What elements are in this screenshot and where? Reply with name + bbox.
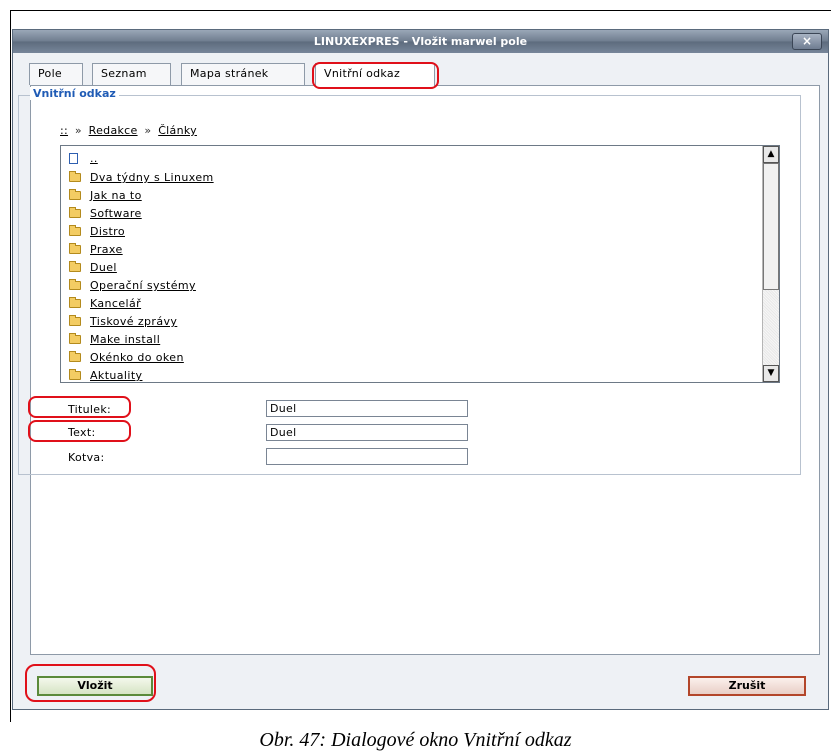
highlight-titulek: [28, 396, 131, 418]
arrow-down-icon: ▼: [767, 368, 775, 378]
scroll-thumb[interactable]: [763, 163, 779, 290]
titulek-input[interactable]: [266, 400, 468, 417]
vertical-scrollbar[interactable]: ▲ ▼: [762, 146, 779, 382]
tab-seznam[interactable]: Seznam: [92, 63, 171, 85]
list-item[interactable]: Kancelář: [69, 296, 141, 312]
list-item-label: ..: [90, 152, 98, 165]
folder-icon: [69, 315, 81, 326]
list-item-label: Aktuality: [90, 369, 143, 382]
figure-caption: Obr. 47: Dialogové okno Vnitřní odkaz: [259, 729, 572, 751]
list-item-label: Operační systémy: [90, 279, 196, 292]
scroll-up-button[interactable]: ▲: [763, 146, 779, 163]
scroll-down-button[interactable]: ▼: [763, 365, 779, 382]
tab-mapa-stranek[interactable]: Mapa stránek: [181, 63, 305, 85]
list-item[interactable]: Jak na to: [69, 188, 142, 204]
list-item[interactable]: Okénko do oken: [69, 350, 184, 366]
folder-icon: [69, 243, 81, 254]
breadcrumb: :: » Redakce » Články: [60, 124, 197, 137]
fieldset-legend: Vnitřní odkaz: [30, 87, 119, 100]
highlight-insert-button: [25, 664, 156, 702]
list-item-label: Okénko do oken: [90, 351, 184, 364]
list-item[interactable]: Software: [69, 206, 142, 222]
breadcrumb-separator: »: [74, 124, 82, 137]
kotva-input[interactable]: [266, 448, 468, 465]
text-input[interactable]: [266, 424, 468, 441]
close-icon: ×: [801, 34, 813, 48]
list-item-label: Kancelář: [90, 297, 142, 310]
page-frame-left: [10, 10, 11, 722]
list-item[interactable]: Distro: [69, 224, 125, 240]
kotva-label: Kotva:: [68, 451, 105, 464]
folder-icon: [69, 297, 81, 308]
tab-pole[interactable]: Pole: [29, 63, 83, 85]
list-item-label: Duel: [90, 261, 117, 274]
list-item[interactable]: Praxe: [69, 242, 123, 258]
list-item-label: Tiskové zprávy: [90, 315, 178, 328]
list-item[interactable]: Operační systémy: [69, 278, 196, 294]
close-button[interactable]: ×: [792, 33, 822, 50]
list-item[interactable]: ..: [69, 151, 98, 167]
file-list: .. Dva týdny s Linuxem Jak na to Softwar…: [60, 145, 780, 383]
list-item[interactable]: Make install: [69, 332, 160, 348]
breadcrumb-clanky[interactable]: Články: [158, 124, 197, 137]
folder-icon: [69, 225, 81, 236]
folder-icon: [69, 171, 81, 182]
list-item-label: Software: [90, 207, 142, 220]
list-item[interactable]: Tiskové zprávy: [69, 314, 177, 330]
list-item[interactable]: Aktuality: [69, 368, 143, 382]
list-item-label: Praxe: [90, 243, 123, 256]
folder-icon: [69, 333, 81, 344]
folder-icon: [69, 279, 81, 290]
list-item[interactable]: Dva týdny s Linuxem: [69, 170, 214, 186]
arrow-up-icon: ▲: [767, 149, 775, 159]
page-frame-top: [10, 10, 831, 11]
folder-icon: [69, 261, 81, 272]
list-item-label: Distro: [90, 225, 125, 238]
list-item-label: Make install: [90, 333, 161, 346]
list-item-label: Jak na to: [90, 189, 142, 202]
folder-icon: [69, 369, 81, 380]
list-item[interactable]: Duel: [69, 260, 117, 276]
folder-icon: [69, 351, 81, 362]
folder-icon: [69, 207, 81, 218]
breadcrumb-redakce[interactable]: Redakce: [89, 124, 138, 137]
document-icon: [69, 153, 78, 164]
list-item-label: Dva týdny s Linuxem: [90, 171, 214, 184]
breadcrumb-separator: »: [144, 124, 152, 137]
cancel-button[interactable]: Zrušit: [688, 676, 806, 696]
dialog-title: LINUXEXPRES - Vložit marwel pole: [13, 30, 828, 53]
highlight-active-tab: [312, 62, 439, 89]
highlight-text: [28, 420, 131, 442]
breadcrumb-root[interactable]: ::: [60, 124, 68, 137]
folder-icon: [69, 189, 81, 200]
